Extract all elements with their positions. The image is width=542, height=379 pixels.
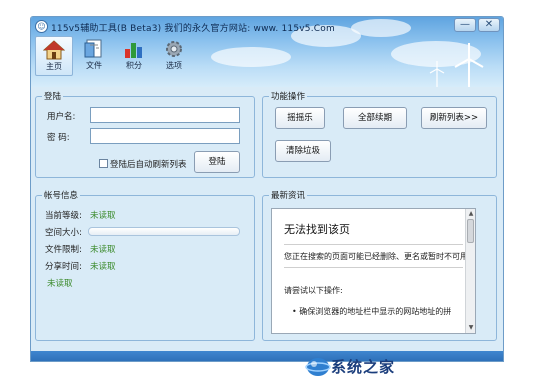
wind-turbine-icon bbox=[429, 61, 445, 87]
toolbar-points[interactable]: 积分 bbox=[115, 36, 153, 76]
username-label: 用户名: bbox=[47, 112, 76, 122]
app-logo-icon: ☺ bbox=[35, 20, 48, 33]
scroll-down-icon[interactable]: ▼ bbox=[467, 324, 475, 332]
login-group-title: 登陆 bbox=[42, 90, 64, 102]
title-bar: ☺ 115v5辅助工具(B Beta3) 我们的永久官方网站: www. 115… bbox=[31, 17, 503, 87]
news-line-1: 您正在搜索的页面可能已经删除、更名或暂时不可用 bbox=[284, 252, 468, 261]
login-button[interactable]: 登陆 bbox=[194, 151, 240, 173]
news-browser[interactable]: 无法找到该页 您正在搜索的页面可能已经删除、更名或暂时不可用 请尝试以下操作: … bbox=[271, 208, 476, 334]
toolbar-home[interactable]: 主页 bbox=[35, 36, 73, 76]
space-label: 空间大小: bbox=[45, 228, 82, 238]
news-bullet: • 确保浏览器的地址栏中显示的网站地址的拼 bbox=[292, 307, 452, 316]
home-icon bbox=[43, 40, 65, 60]
app-window: ☺ 115v5辅助工具(B Beta3) 我们的永久官方网站: www. 115… bbox=[30, 16, 504, 362]
gear-icon bbox=[166, 41, 182, 57]
level-value: 未读取 bbox=[90, 211, 116, 221]
functions-group-title: 功能操作 bbox=[269, 90, 308, 102]
renew-all-button[interactable]: 全部续期 bbox=[343, 107, 407, 129]
auto-refresh-checkbox[interactable] bbox=[99, 159, 108, 168]
shake-button[interactable]: 摇摇乐 bbox=[275, 107, 325, 129]
toolbar-points-label: 积分 bbox=[126, 61, 142, 70]
cloud-decoration bbox=[211, 47, 291, 67]
news-group: 最新资讯 无法找到该页 您正在搜索的页面可能已经删除、更名或暂时不可用 请尝试以… bbox=[262, 189, 497, 341]
share-time-label: 分享时间: bbox=[45, 262, 82, 272]
news-bullet-text: 确保浏览器的地址栏中显示的网站地址的拼 bbox=[299, 307, 452, 316]
news-divider bbox=[284, 267, 463, 268]
account-group-title: 帐号信息 bbox=[42, 189, 81, 201]
file-icon bbox=[84, 39, 102, 58]
window-title: 115v5辅助工具(B Beta3) 我们的永久官方网站: www. 115v5… bbox=[51, 24, 335, 34]
toolbar-home-label: 主页 bbox=[46, 62, 62, 71]
file-limit-value: 未读取 bbox=[90, 245, 116, 255]
toolbar-file[interactable]: 文件 bbox=[75, 36, 113, 76]
password-label: 密 码: bbox=[47, 133, 70, 143]
functions-group: 功能操作 摇摇乐 全部续期 刷新列表>> 清除垃圾 bbox=[262, 90, 497, 178]
login-group: 登陆 用户名: 密 码: 登陆后自动刷新列表 登陆 bbox=[35, 90, 255, 178]
refresh-list-button[interactable]: 刷新列表>> bbox=[421, 107, 487, 129]
share-time-value: 未读取 bbox=[90, 262, 116, 272]
news-divider bbox=[284, 244, 463, 245]
scroll-up-icon[interactable]: ▲ bbox=[467, 210, 475, 218]
toolbar-options-label: 选项 bbox=[166, 61, 182, 70]
wind-turbine-icon bbox=[454, 43, 484, 87]
status-bar bbox=[31, 351, 503, 361]
globe-logo-icon bbox=[305, 358, 331, 376]
file-limit-label: 文件限制: bbox=[45, 245, 82, 255]
minimize-button[interactable]: — bbox=[454, 18, 476, 32]
clear-trash-button[interactable]: 清除垃圾 bbox=[275, 140, 331, 162]
news-page-title: 无法找到该页 bbox=[284, 223, 350, 236]
account-group: 帐号信息 当前等级: 未读取 空间大小: 文件限制: 未读取 分享时间: 未读取… bbox=[35, 189, 255, 341]
password-input[interactable] bbox=[90, 128, 240, 144]
space-progress-bar bbox=[88, 227, 240, 236]
close-button[interactable]: ✕ bbox=[478, 18, 500, 32]
chart-icon bbox=[125, 43, 142, 58]
watermark-text: 系统之家 bbox=[331, 358, 396, 376]
auto-refresh-label: 登陆后自动刷新列表 bbox=[110, 160, 187, 170]
cloud-decoration bbox=[351, 19, 411, 37]
news-scrollbar[interactable]: ▲ ▼ bbox=[465, 209, 475, 333]
news-group-title: 最新资讯 bbox=[269, 189, 308, 201]
news-line-2: 请尝试以下操作: bbox=[284, 286, 343, 295]
toolbar-file-label: 文件 bbox=[86, 61, 102, 70]
extra-status-value: 未读取 bbox=[47, 279, 73, 289]
username-input[interactable] bbox=[90, 107, 240, 123]
toolbar-options[interactable]: 选项 bbox=[155, 36, 193, 76]
scroll-thumb[interactable] bbox=[467, 219, 474, 243]
level-label: 当前等级: bbox=[45, 211, 82, 221]
